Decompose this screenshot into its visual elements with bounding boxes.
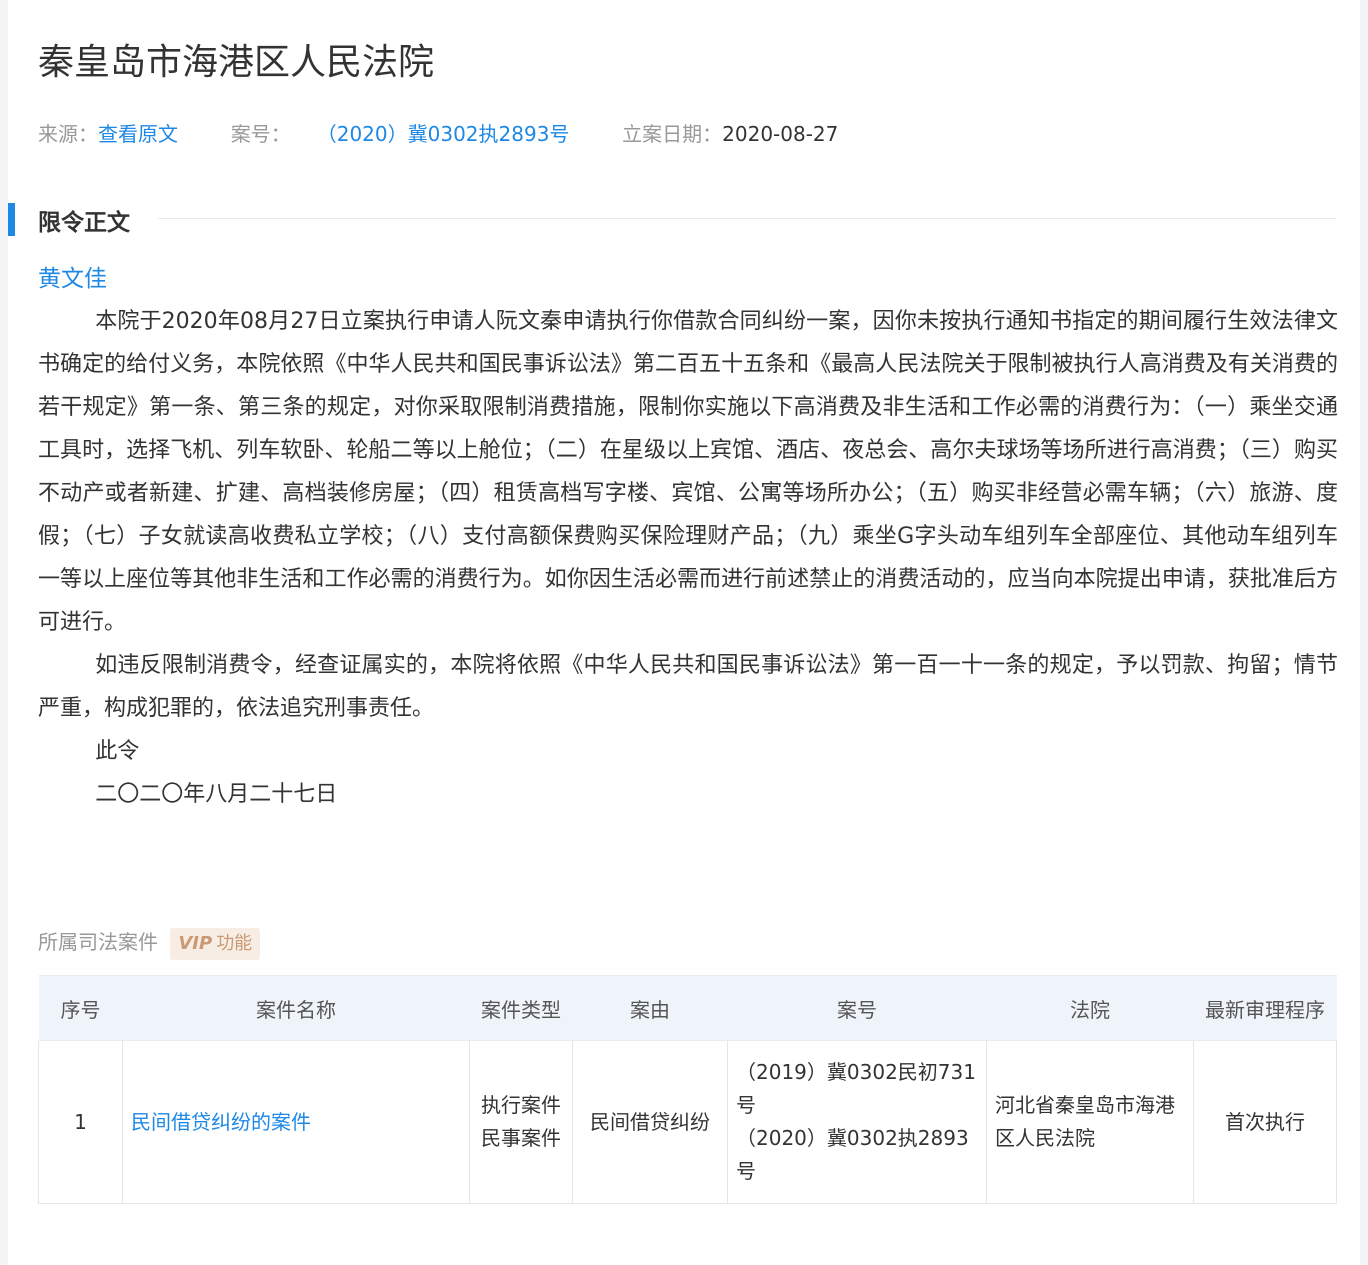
related-case-no: （2019）冀0302民初731号 <box>736 1060 976 1117</box>
header-case-type: 案件类型 <box>469 975 573 1041</box>
section-title: 限令正文 <box>38 210 130 236</box>
addressee-link[interactable]: 黄文佳 <box>38 262 107 296</box>
header-index: 序号 <box>38 975 123 1041</box>
table-row: 1 民间借贷纠纷的案件 执行案件 民事案件 民间借贷纠纷 （2019）冀0302… <box>38 1040 1337 1204</box>
filing-date-label: 立案日期： <box>622 122 723 146</box>
case-no-link[interactable]: （2020）冀0302执2893号 <box>317 122 570 146</box>
row-court: 河北省秦皇岛市海港区人民法院 <box>986 1040 1194 1204</box>
section-divider <box>158 218 1336 219</box>
case-name-link[interactable]: 民间借贷纠纷的案件 <box>131 1110 311 1134</box>
case-type: 执行案件 <box>481 1093 561 1117</box>
related-case-no: （2020）冀0302执2893号 <box>736 1126 969 1183</box>
case-type: 民事案件 <box>481 1126 561 1150</box>
row-index: 1 <box>38 1040 123 1204</box>
related-cases-table: 序号 案件名称 案件类型 案由 案号 法院 最新审理程序 1 民间借贷纠纷的案件… <box>38 975 1337 1204</box>
vip-badge-text: 功能 <box>216 932 253 954</box>
row-case-name-cell: 民间借贷纠纷的案件 <box>122 1040 470 1204</box>
filing-date: 2020-08-27 <box>722 122 839 146</box>
row-procedure: 首次执行 <box>1193 1040 1337 1204</box>
header-court: 法院 <box>986 975 1194 1041</box>
view-original-link[interactable]: 查看原文 <box>98 122 178 146</box>
vip-badge[interactable]: VIP 功能 <box>170 927 261 960</box>
section-accent-bar <box>8 203 15 236</box>
row-case-types: 执行案件 民事案件 <box>469 1040 573 1204</box>
order-paragraph-warning: 如违反限制消费令，经查证属实的，本院将依照《中华人民共和国民事诉讼法》第一百一十… <box>38 653 1338 721</box>
related-cases-heading: 所属司法案件 VIP 功能 <box>38 926 261 960</box>
page-title: 秦皇岛市海港区人民法院 <box>38 42 435 83</box>
source-label: 来源： <box>38 122 98 146</box>
row-cause: 民间借贷纠纷 <box>572 1040 728 1204</box>
meta-row: 来源：查看原文 案号： （2020）冀0302执2893号 立案日期：2020-0… <box>38 118 838 150</box>
case-no-label: 案号： <box>230 122 291 146</box>
related-cases-label: 所属司法案件 <box>38 930 158 954</box>
header-case-no: 案号 <box>727 975 987 1041</box>
document-page: 秦皇岛市海港区人民法院 来源：查看原文 案号： （2020）冀0302执2893号… <box>8 0 1360 1265</box>
vip-icon: VIP <box>178 932 213 954</box>
table-header-row: 序号 案件名称 案件类型 案由 案号 法院 最新审理程序 <box>38 975 1337 1041</box>
order-closing: 此令 <box>95 739 140 764</box>
header-case-name: 案件名称 <box>122 975 470 1041</box>
order-date: 二〇二〇年八月二十七日 <box>95 782 338 807</box>
order-body: 本院于2020年08月27日立案执行申请人阮文秦申请执行你借款合同纠纷一案，因你… <box>38 300 1338 816</box>
header-procedure: 最新审理程序 <box>1193 975 1337 1041</box>
row-case-nos: （2019）冀0302民初731号 （2020）冀0302执2893号 <box>727 1040 987 1204</box>
order-paragraph-main: 本院于2020年08月27日立案执行申请人阮文秦申请执行你借款合同纠纷一案，因你… <box>38 309 1338 635</box>
header-cause: 案由 <box>572 975 728 1041</box>
